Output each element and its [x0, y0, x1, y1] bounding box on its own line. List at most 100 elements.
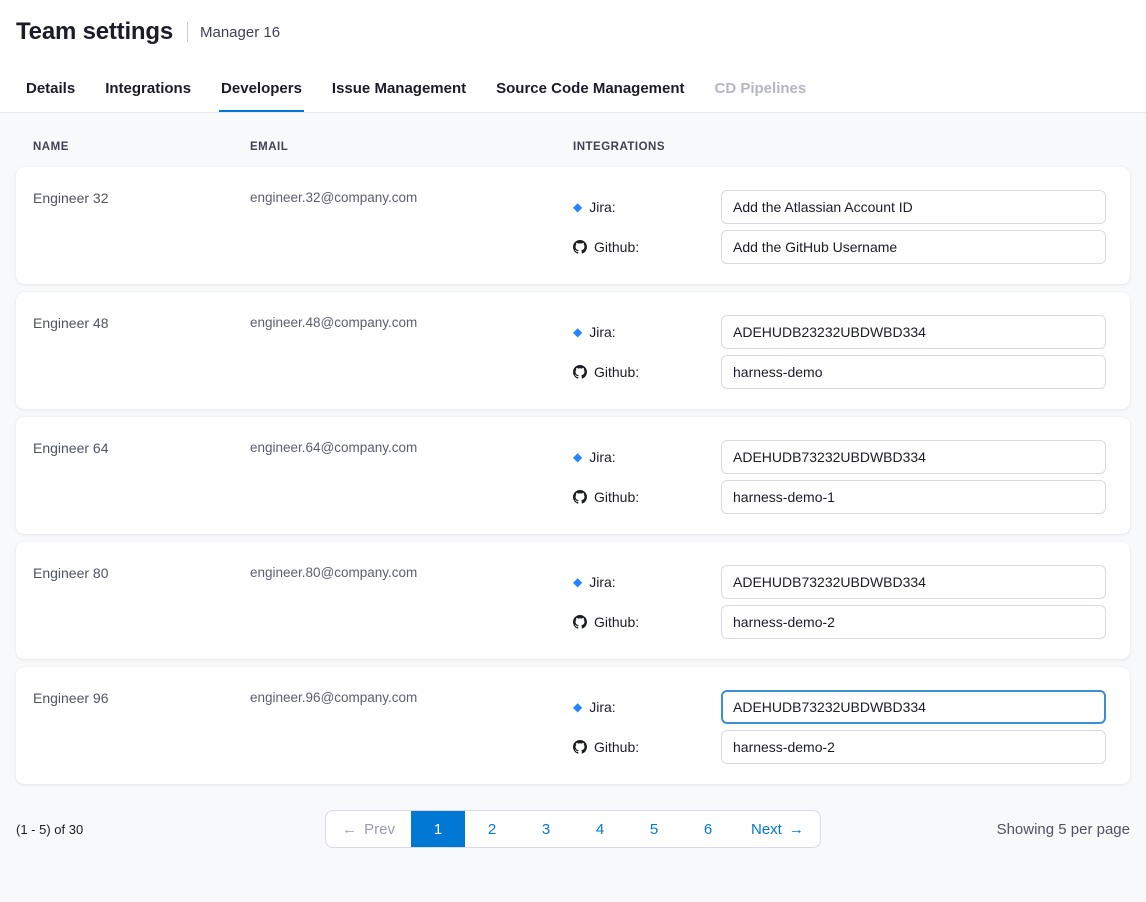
- developer-row: Engineer 32 engineer.32@company.com ◆ Ji…: [16, 167, 1130, 284]
- developer-name: Engineer 80: [33, 542, 250, 659]
- integrations-cell: ◆ Jira: Github:: [573, 667, 1113, 784]
- jira-integration-row: ◆ Jira:: [573, 690, 1113, 724]
- jira-integration-row: ◆ Jira:: [573, 315, 1113, 349]
- github-icon: [573, 365, 587, 379]
- table-header-row: NAME EMAIL INTEGRATIONS: [16, 113, 1130, 167]
- developer-email: engineer.80@company.com: [250, 542, 573, 659]
- github-username-input[interactable]: [721, 605, 1106, 639]
- developer-name: Engineer 32: [33, 167, 250, 284]
- jira-account-input[interactable]: [721, 315, 1106, 349]
- prev-label: Prev: [364, 821, 395, 838]
- page-button-4[interactable]: 4: [573, 811, 627, 847]
- tab-bar: Details Integrations Developers Issue Ma…: [0, 64, 1146, 113]
- github-username-input[interactable]: [721, 480, 1106, 514]
- developer-row: Engineer 64 engineer.64@company.com ◆ Ji…: [16, 417, 1130, 534]
- github-icon: [573, 615, 587, 629]
- github-integration-row: Github:: [573, 230, 1113, 264]
- jira-field-label: ◆ Jira:: [573, 699, 721, 715]
- github-username-input[interactable]: [721, 355, 1106, 389]
- developer-email: engineer.64@company.com: [250, 417, 573, 534]
- github-field-label: Github:: [573, 239, 721, 255]
- team-name: Manager 16: [200, 24, 280, 41]
- developer-row: Engineer 48 engineer.48@company.com ◆ Ji…: [16, 292, 1130, 409]
- jira-field-label: ◆ Jira:: [573, 449, 721, 465]
- page-title: Team settings: [16, 18, 173, 46]
- jira-integration-row: ◆ Jira:: [573, 190, 1113, 224]
- jira-integration-row: ◆ Jira:: [573, 565, 1113, 599]
- page-button-5[interactable]: 5: [627, 811, 681, 847]
- jira-label: Jira:: [589, 574, 615, 590]
- jira-account-input[interactable]: [721, 565, 1106, 599]
- tab-integrations[interactable]: Integrations: [103, 64, 193, 112]
- github-username-input[interactable]: [721, 730, 1106, 764]
- github-label: Github:: [594, 364, 639, 380]
- developer-name: Engineer 48: [33, 292, 250, 409]
- page-button-6[interactable]: 6: [681, 811, 735, 847]
- tab-issue-management[interactable]: Issue Management: [330, 64, 468, 112]
- title-divider: [187, 22, 188, 42]
- integrations-cell: ◆ Jira: Github:: [573, 167, 1113, 284]
- arrow-left-icon: ←: [342, 822, 357, 837]
- jira-field-label: ◆ Jira:: [573, 574, 721, 590]
- developer-email: engineer.32@company.com: [250, 167, 573, 284]
- jira-label: Jira:: [589, 324, 615, 340]
- pager: ← Prev 1 2 3 4 5 6 Next →: [325, 810, 821, 848]
- integrations-cell: ◆ Jira: Github:: [573, 417, 1113, 534]
- column-header-email: EMAIL: [250, 141, 573, 153]
- github-label: Github:: [594, 489, 639, 505]
- jira-integration-row: ◆ Jira:: [573, 440, 1113, 474]
- integrations-cell: ◆ Jira: Github:: [573, 542, 1113, 659]
- github-icon: [573, 490, 587, 504]
- jira-icon: ◆: [573, 701, 582, 713]
- tab-details[interactable]: Details: [24, 64, 77, 112]
- github-label: Github:: [594, 739, 639, 755]
- jira-account-input[interactable]: [721, 690, 1106, 724]
- github-field-label: Github:: [573, 489, 721, 505]
- github-integration-row: Github:: [573, 730, 1113, 764]
- jira-label: Jira:: [589, 449, 615, 465]
- github-label: Github:: [594, 614, 639, 630]
- jira-label: Jira:: [589, 199, 615, 215]
- github-label: Github:: [594, 239, 639, 255]
- tab-cd-pipelines: CD Pipelines: [713, 64, 809, 112]
- pagination-range: (1 - 5) of 30: [16, 822, 325, 837]
- column-header-name: NAME: [33, 141, 250, 153]
- github-field-label: Github:: [573, 614, 721, 630]
- tab-source-code-management[interactable]: Source Code Management: [494, 64, 686, 112]
- page-button-1[interactable]: 1: [411, 811, 465, 847]
- integrations-cell: ◆ Jira: Github:: [573, 292, 1113, 409]
- next-label: Next: [751, 821, 782, 838]
- developer-email: engineer.48@company.com: [250, 292, 573, 409]
- developer-row: Engineer 80 engineer.80@company.com ◆ Ji…: [16, 542, 1130, 659]
- jira-field-label: ◆ Jira:: [573, 199, 721, 215]
- jira-field-label: ◆ Jira:: [573, 324, 721, 340]
- github-icon: [573, 240, 587, 254]
- github-integration-row: Github:: [573, 355, 1113, 389]
- github-field-label: Github:: [573, 364, 721, 380]
- github-integration-row: Github:: [573, 605, 1113, 639]
- github-integration-row: Github:: [573, 480, 1113, 514]
- prev-button[interactable]: ← Prev: [326, 811, 411, 847]
- jira-account-input[interactable]: [721, 440, 1106, 474]
- tab-developers[interactable]: Developers: [219, 64, 304, 112]
- pagination-bar: (1 - 5) of 30 ← Prev 1 2 3 4 5 6 Next → …: [0, 810, 1146, 848]
- per-page-text: Showing 5 per page: [821, 821, 1130, 838]
- page-header: Team settings Manager 16: [0, 0, 1146, 64]
- github-username-input[interactable]: [721, 230, 1106, 264]
- jira-account-input[interactable]: [721, 190, 1106, 224]
- developer-email: engineer.96@company.com: [250, 667, 573, 784]
- next-button[interactable]: Next →: [735, 811, 820, 847]
- jira-label: Jira:: [589, 699, 615, 715]
- jira-icon: ◆: [573, 451, 582, 463]
- column-header-integrations: INTEGRATIONS: [573, 141, 1113, 153]
- developer-name: Engineer 96: [33, 667, 250, 784]
- page-button-2[interactable]: 2: [465, 811, 519, 847]
- jira-icon: ◆: [573, 326, 582, 338]
- developer-name: Engineer 64: [33, 417, 250, 534]
- jira-icon: ◆: [573, 576, 582, 588]
- arrow-right-icon: →: [789, 822, 804, 837]
- jira-icon: ◆: [573, 201, 582, 213]
- developer-row: Engineer 96 engineer.96@company.com ◆ Ji…: [16, 667, 1130, 784]
- page-button-3[interactable]: 3: [519, 811, 573, 847]
- developers-table: NAME EMAIL INTEGRATIONS Engineer 32 engi…: [0, 113, 1146, 784]
